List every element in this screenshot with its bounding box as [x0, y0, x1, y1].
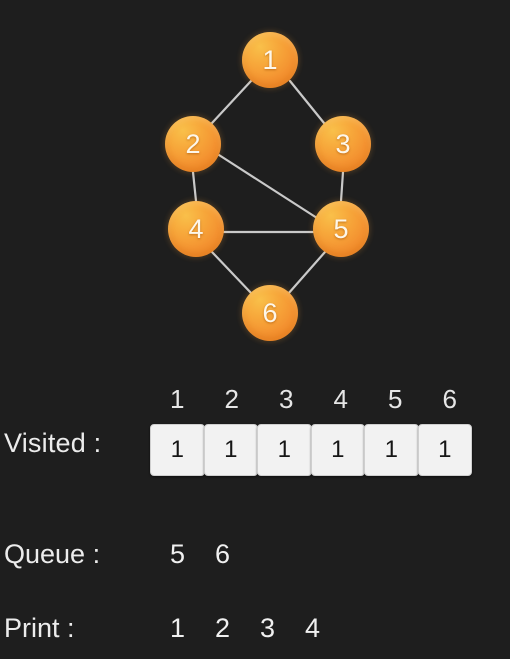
- print-values: 1 2 3 4: [155, 613, 335, 644]
- visited-array-index-headers: 1 2 3 4 5 6: [150, 384, 478, 415]
- visited-array-cells: 1 1 1 1 1 1: [150, 424, 478, 476]
- queue-values: 5 6: [155, 539, 245, 570]
- graph-visualization-panel: 1 2 3 4 5 6: [0, 0, 510, 360]
- visited-cell[interactable]: 1: [417, 424, 472, 476]
- visited-index-header: 1: [170, 384, 185, 414]
- graph-node-2-label: 2: [185, 128, 201, 159]
- graph-edge-4-6: [210, 250, 254, 296]
- visited-index-header: 5: [388, 384, 403, 414]
- queue-value: 6: [214, 538, 231, 569]
- visited-cell[interactable]: 1: [150, 424, 205, 476]
- graph-node-5-label: 5: [333, 213, 349, 244]
- graph-node-2[interactable]: 2: [165, 116, 221, 172]
- graph-edge-1-2: [210, 79, 253, 125]
- visited-cell[interactable]: 1: [364, 424, 419, 476]
- graph-node-6-label: 6: [262, 297, 278, 328]
- graph-node-4-label: 4: [188, 213, 204, 244]
- visited-index-header: 3: [279, 384, 294, 414]
- visited-index-header: 6: [442, 384, 457, 414]
- graph-edge-5-6: [286, 250, 327, 296]
- visited-index-header: 2: [224, 384, 239, 414]
- graph-node-3-label: 3: [335, 128, 351, 159]
- graph-node-1[interactable]: 1: [242, 32, 298, 88]
- graph-node-6[interactable]: 6: [242, 285, 298, 341]
- visited-cell[interactable]: 1: [203, 424, 258, 476]
- print-label: Print :: [4, 612, 75, 643]
- print-value: 3: [259, 612, 276, 643]
- print-value: 2: [214, 612, 231, 643]
- visited-cell[interactable]: 1: [310, 424, 365, 476]
- print-value: 4: [304, 612, 321, 643]
- graph-node-1-label: 1: [262, 44, 278, 75]
- print-row: Print : 1 2 3 4: [0, 608, 510, 648]
- queue-row: Queue : 5 6: [0, 534, 510, 574]
- print-value: 1: [169, 612, 186, 643]
- graph-edge-2-4: [191, 170, 198, 203]
- graph-edge-2-5: [217, 153, 319, 220]
- graph-edge-3-5: [339, 170, 345, 203]
- visited-array-label: Visited :: [4, 428, 102, 458]
- graph-edge-1-3: [288, 79, 326, 125]
- queue-label: Queue :: [4, 538, 101, 569]
- visited-index-header: 4: [333, 384, 348, 414]
- graph-node-5[interactable]: 5: [313, 201, 369, 257]
- graph-node-3[interactable]: 3: [315, 116, 371, 172]
- graph-node-4[interactable]: 4: [168, 201, 224, 257]
- visited-cell[interactable]: 1: [257, 424, 312, 476]
- queue-value: 5: [169, 538, 186, 569]
